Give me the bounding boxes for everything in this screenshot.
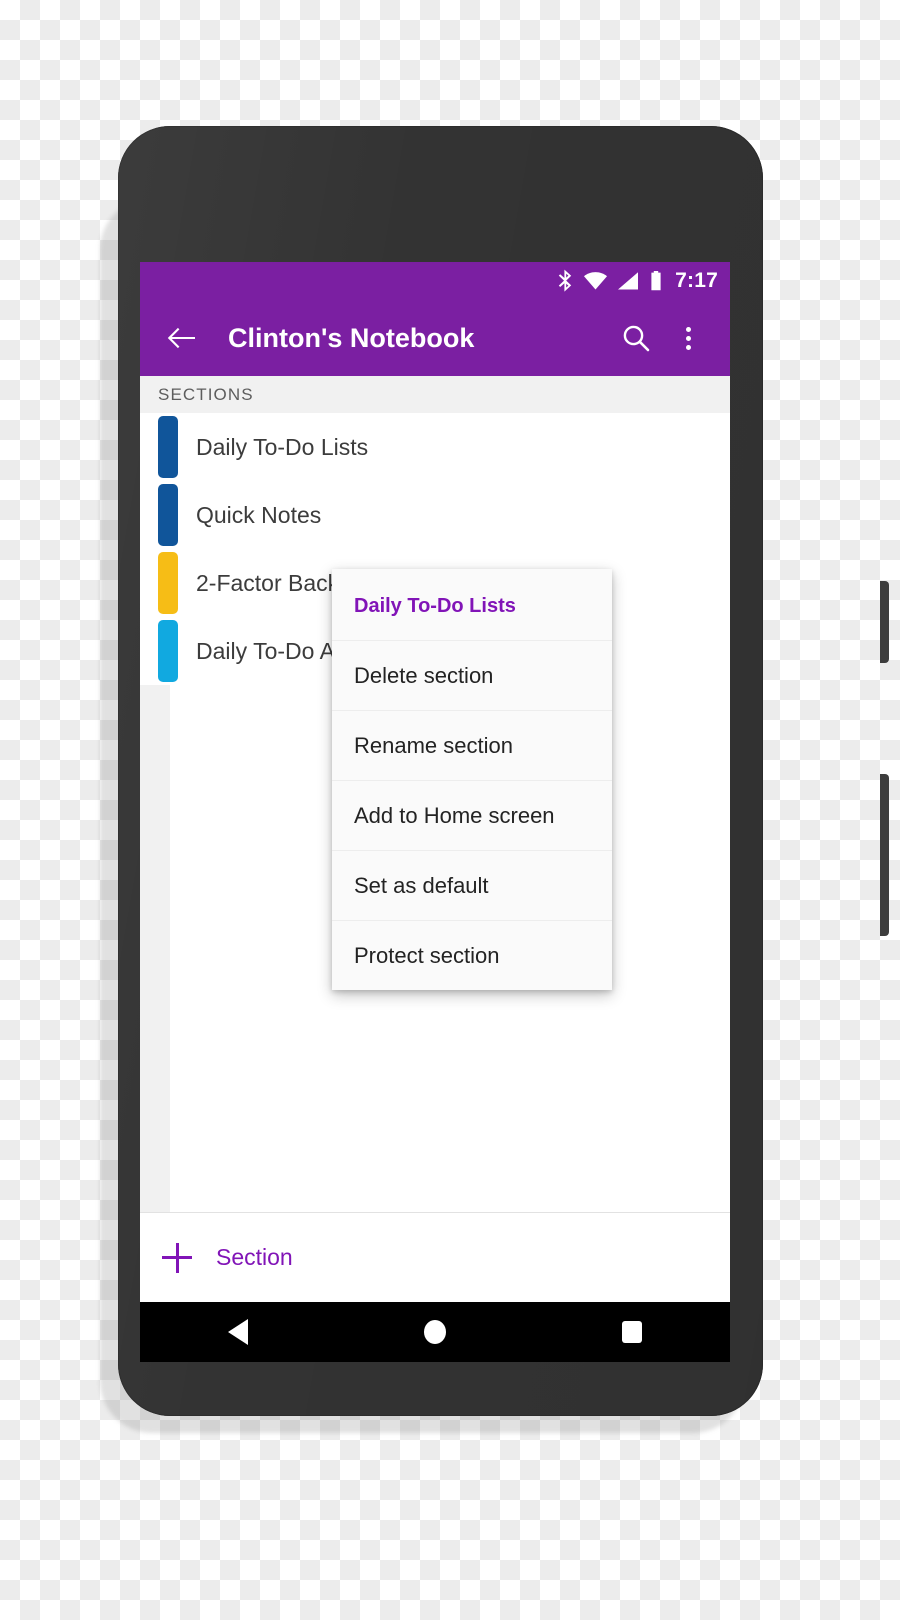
battery-icon [651, 271, 661, 291]
section-color-swatch [158, 416, 178, 478]
context-menu-title: Daily To-Do Lists [354, 595, 516, 617]
nav-home-icon [423, 1320, 446, 1344]
content-area: SECTIONS Daily To-Do Lists Quick Notes 2… [140, 376, 730, 1302]
section-name: Daily To-Do Lists [196, 433, 369, 460]
section-color-swatch [158, 620, 178, 682]
plus-icon [162, 1242, 192, 1273]
cellular-signal-icon [618, 272, 639, 290]
nav-recents-icon [621, 1321, 642, 1343]
nav-recents-button[interactable] [592, 1302, 672, 1362]
search-button[interactable] [610, 312, 662, 364]
context-menu-item-set-as-default[interactable]: Set as default [332, 850, 612, 920]
section-color-swatch [158, 484, 178, 546]
phone-screen: 7:17 Clinton's Notebook SECTIONS Daily T… [140, 262, 730, 1302]
volume-button[interactable] [880, 774, 889, 936]
app-bar: Clinton's Notebook [140, 300, 730, 376]
power-button[interactable] [880, 581, 889, 663]
overflow-menu-icon [685, 326, 691, 350]
status-bar-icons [557, 269, 663, 293]
back-button[interactable] [156, 313, 206, 363]
context-menu: Daily To-Do Lists Delete section Rename … [332, 569, 612, 990]
bluetooth-icon [558, 269, 572, 292]
context-menu-item-delete-section[interactable]: Delete section [332, 640, 612, 710]
list-item[interactable]: Daily To-Do Lists [140, 413, 730, 481]
nav-back-button[interactable] [198, 1302, 278, 1362]
context-menu-item-add-to-home-screen[interactable]: Add to Home screen [332, 780, 612, 850]
section-color-swatch [158, 552, 178, 614]
add-section-button[interactable]: Section [140, 1212, 730, 1302]
status-bar-clock: 7:17 [675, 269, 718, 292]
android-navigation-bar [140, 1302, 730, 1362]
status-bar: 7:17 [140, 262, 730, 300]
page-title: Clinton's Notebook [228, 322, 475, 353]
list-item[interactable]: Quick Notes [140, 481, 730, 549]
wifi-icon [584, 272, 608, 290]
nav-home-button[interactable] [395, 1302, 475, 1362]
back-arrow-icon [167, 327, 195, 349]
nav-back-icon [228, 1319, 249, 1345]
sections-header-label: SECTIONS [140, 376, 730, 413]
context-menu-item-rename-section[interactable]: Rename section [332, 710, 612, 780]
context-menu-item-protect-section[interactable]: Protect section [332, 920, 612, 990]
add-section-label: Section [216, 1244, 293, 1270]
overflow-menu-button[interactable] [662, 312, 714, 364]
section-name: Quick Notes [196, 501, 322, 528]
search-icon [623, 325, 650, 352]
